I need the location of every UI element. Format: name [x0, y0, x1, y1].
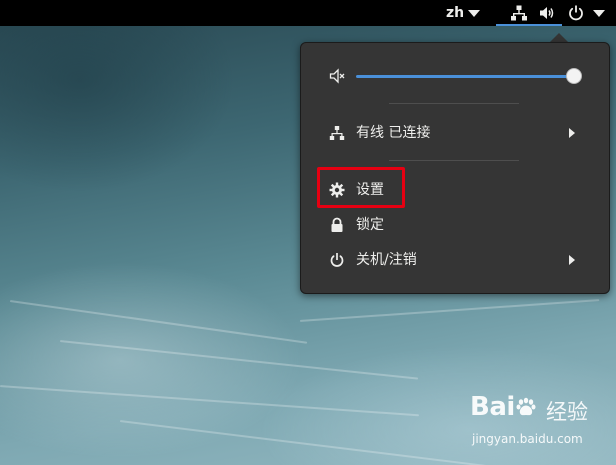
wallpaper-streak	[9, 300, 308, 344]
wallpaper-streak	[119, 420, 498, 465]
chevron-down-icon	[593, 10, 605, 17]
network-wired-icon	[511, 5, 527, 21]
watermark: Bai 经验 jingyan.baidu.com	[470, 392, 610, 460]
highlight-annotation	[317, 167, 405, 208]
volume-slider-fill	[356, 75, 574, 78]
watermark-logo-text: Bai	[470, 392, 515, 422]
volume-row	[301, 63, 609, 89]
watermark-url: jingyan.baidu.com	[472, 432, 583, 446]
chevron-right-icon	[569, 255, 575, 265]
menu-item-label: 锁定	[356, 217, 384, 233]
menu-separator	[389, 103, 519, 104]
lock-icon	[331, 217, 343, 232]
wallpaper-streak	[0, 385, 420, 417]
language-indicator[interactable]: zh	[446, 0, 481, 26]
power-icon	[569, 5, 583, 21]
top-bar: zh	[0, 0, 616, 26]
power-icon	[330, 253, 344, 267]
menu-item-label: 有线 已连接	[356, 125, 431, 141]
active-indicator	[496, 24, 562, 26]
watermark-logo: Bai	[470, 392, 537, 422]
watermark-suffix: 经验	[546, 400, 588, 424]
volume-slider-handle[interactable]	[566, 68, 582, 84]
menu-separator	[389, 160, 519, 161]
menu-item-power[interactable]: 关机/注销	[301, 245, 609, 275]
chevron-right-icon	[569, 128, 575, 138]
wallpaper-streak	[59, 340, 419, 380]
chevron-down-icon	[468, 9, 481, 17]
network-wired-icon	[329, 126, 345, 140]
menu-item-label: 关机/注销	[356, 252, 417, 268]
volume-slider[interactable]	[356, 68, 582, 84]
menu-item-wired-network[interactable]: 有线 已连接	[301, 118, 609, 148]
paw-icon	[516, 397, 536, 416]
wallpaper-streak	[299, 299, 600, 322]
volume-high-icon	[540, 7, 554, 19]
language-code: zh	[446, 5, 465, 21]
volume-muted-icon[interactable]	[329, 68, 345, 84]
menu-item-lock[interactable]: 锁定	[301, 210, 609, 240]
